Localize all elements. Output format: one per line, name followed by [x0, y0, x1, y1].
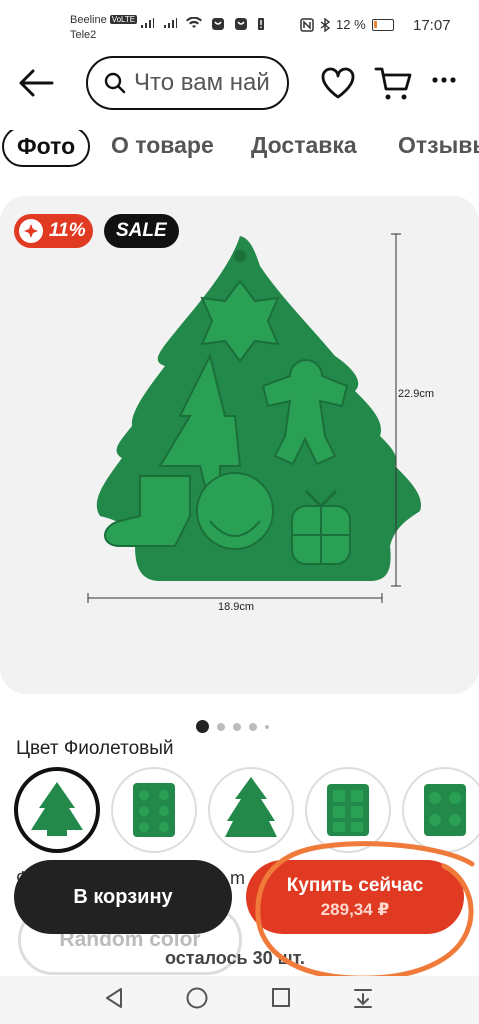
search-bar[interactable] [86, 56, 289, 110]
width-dimension-label: 18.9cm [218, 601, 255, 613]
carrier-tele2: Tele2 [70, 29, 97, 41]
carousel-dot[interactable] [249, 722, 257, 731]
stock-count: осталось 30 шт. [165, 948, 305, 968]
carousel-dot[interactable] [233, 722, 241, 731]
discount-star-icon [19, 219, 43, 243]
battery-percent: 12 % [336, 17, 366, 32]
signal-icons [140, 17, 265, 31]
status-bar: Beeline VoLTE Tele2 12 % 17:07 [0, 0, 479, 52]
search-icon [104, 72, 126, 94]
product-image-card[interactable]: 11% SALE 22.9cm 18.9cm [0, 196, 479, 694]
add-to-cart-button[interactable]: В корзину [14, 860, 232, 934]
color-option-grid-mold[interactable] [305, 767, 391, 853]
clock: 17:07 [413, 17, 451, 34]
tab-photo[interactable]: Фото [2, 130, 91, 167]
system-nav-bar [0, 976, 479, 1024]
heart-icon[interactable] [320, 66, 356, 100]
carrier-beeline: Beeline VoLTE [70, 14, 138, 26]
price: 289,34 ₽ [320, 899, 390, 919]
tab-delivery[interactable]: Доставка [251, 132, 357, 159]
alert-icon [258, 18, 264, 30]
tab-reviews[interactable]: Отзывы [398, 132, 479, 159]
search-input[interactable] [134, 69, 284, 97]
signal2-icon [164, 18, 177, 28]
carousel-dot[interactable] [217, 722, 225, 731]
product-tabs: Фото О товаре Доставка Отзывы [0, 130, 479, 176]
system-icons: 12 % [300, 17, 394, 32]
more-icon[interactable] [432, 76, 456, 84]
notification-icon [212, 18, 224, 30]
nav-home-icon[interactable] [185, 986, 209, 1010]
color-option-mold-5[interactable] [402, 767, 479, 853]
tab-about[interactable]: О товаре [111, 132, 214, 159]
nav-back-icon[interactable] [103, 986, 125, 1010]
back-arrow-icon[interactable] [18, 68, 54, 98]
nfc-icon [300, 17, 314, 32]
bluetooth-icon [320, 17, 330, 32]
cart-icon[interactable] [374, 66, 412, 102]
color-options [14, 767, 479, 853]
carousel-dot[interactable] [196, 720, 209, 733]
nav-dropdown-icon[interactable] [352, 986, 374, 1010]
app-icon [235, 18, 247, 30]
nav-recents-icon[interactable] [270, 986, 292, 1010]
wifi-icon [186, 17, 202, 28]
volte-badge: VoLTE [109, 15, 138, 24]
buy-now-label: Купить сейчас [286, 874, 424, 896]
carousel-dot[interactable] [265, 724, 269, 729]
product-header [0, 56, 479, 112]
color-option-tree[interactable] [14, 767, 100, 853]
carousel-indicator [196, 720, 269, 733]
signal-icon [141, 18, 154, 28]
height-dimension-label: 22.9cm [398, 388, 435, 400]
battery-icon [371, 18, 394, 31]
color-label: Цвет Фиолетовый [16, 738, 174, 759]
color-option-rect-mold[interactable] [111, 767, 197, 853]
buy-now-button[interactable]: Купить сейчас 289,34 ₽ [246, 860, 464, 934]
color-option-tree-2[interactable] [208, 767, 294, 853]
product-mold-image [87, 233, 421, 603]
